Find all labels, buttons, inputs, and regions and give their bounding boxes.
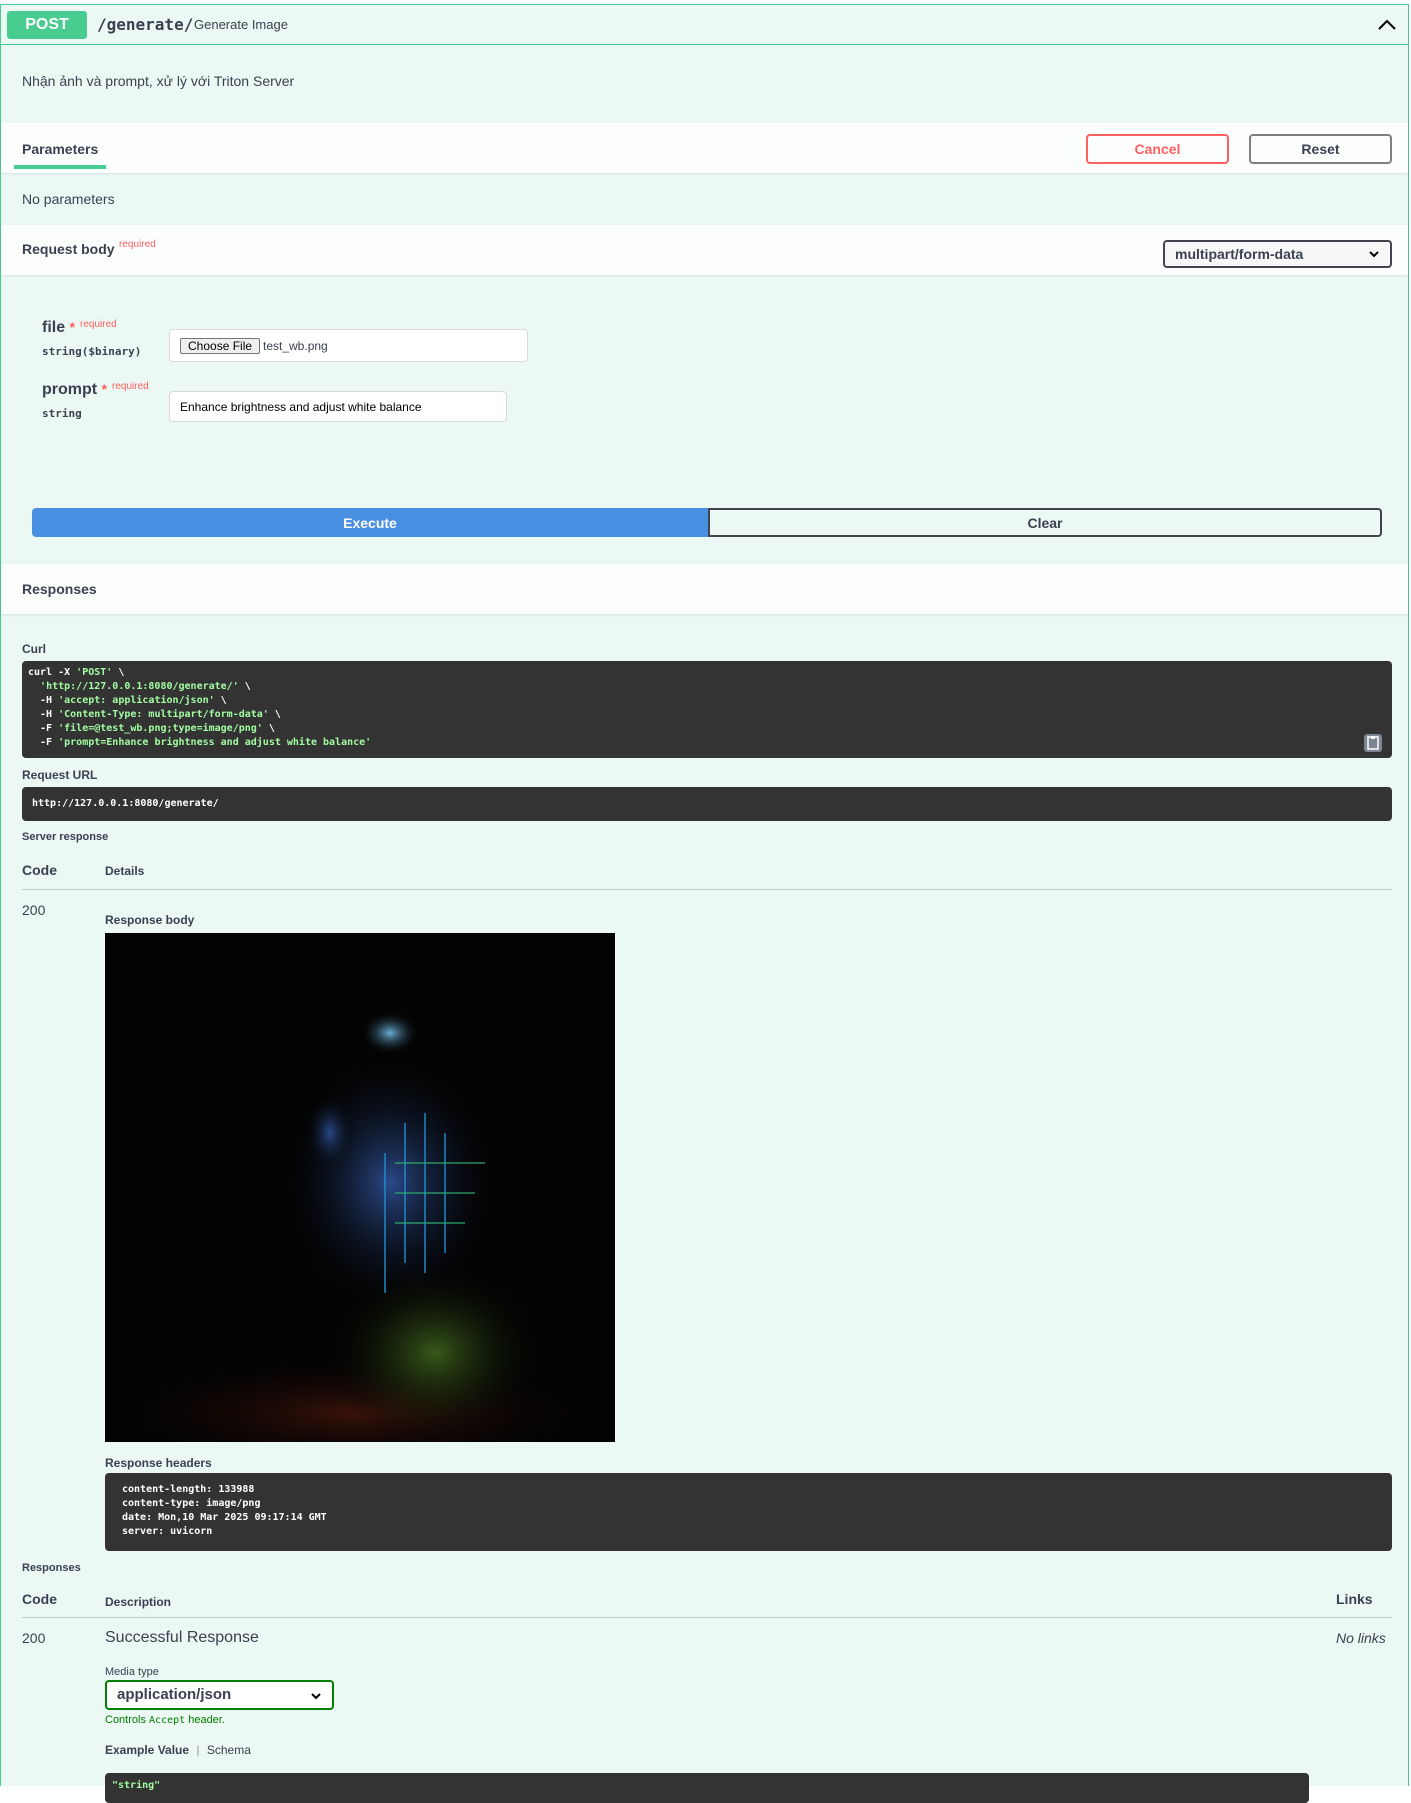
copy-to-clipboard-icon[interactable] [1364, 734, 1382, 752]
responses-header: Responses [1, 564, 1408, 614]
reset-button[interactable]: Reset [1249, 134, 1392, 164]
clear-button[interactable]: Clear [708, 508, 1382, 537]
response-links: No links [1336, 1630, 1386, 1646]
divider [22, 1617, 1392, 1618]
media-type-select[interactable]: application/json [105, 1680, 334, 1710]
server-code-header: Code [22, 862, 57, 878]
server-response-label: Server response [22, 831, 109, 843]
chevron-down-icon [311, 1693, 321, 1700]
param-prompt-name: prompt * [42, 381, 107, 399]
operation-summary[interactable]: POST /generate/ Generate Image [1, 5, 1408, 45]
server-response-code: 200 [22, 902, 46, 918]
media-type-value: application/json [117, 1686, 232, 1703]
param-file-type: string($binary) [42, 345, 142, 358]
curl-line: -F 'prompt=Enhance brightness and adjust… [28, 737, 372, 748]
required-marker: required [119, 239, 156, 250]
curl-line: -H 'accept: application/json' \ [28, 695, 227, 706]
operation-block: POST /generate/ Generate Image Nhận ảnh … [0, 4, 1409, 1803]
response-body-label: Response body [105, 913, 195, 927]
curl-line: -H 'Content-Type: multipart/form-data' \ [28, 709, 281, 720]
request-url-value: http://127.0.0.1:8080/generate/ [32, 798, 219, 809]
prompt-input[interactable] [169, 391, 507, 422]
cancel-button[interactable]: Cancel [1086, 134, 1229, 164]
divider [22, 889, 1392, 890]
responses-code-header: Code [22, 1591, 57, 1607]
tab-parameters[interactable]: Parameters [22, 141, 98, 157]
tab-example-value[interactable]: Example Value [105, 1743, 189, 1757]
server-details-header: Details [105, 864, 145, 878]
method-badge: POST [7, 11, 87, 39]
response-header-line: server: uvicorn [122, 1526, 213, 1537]
operation-description: Nhận ảnh và prompt, xử lý với Triton Ser… [22, 73, 295, 89]
param-prompt-label: prompt [42, 381, 98, 398]
param-file-required: required [80, 319, 117, 330]
response-code: 200 [22, 1630, 46, 1646]
chevron-down-icon [1369, 251, 1379, 258]
response-header-line: content-type: image/png [122, 1498, 261, 1509]
param-prompt-required: required [112, 381, 149, 392]
curl-line: curl -X 'POST' \ [28, 667, 125, 678]
param-prompt-type: string [42, 407, 82, 420]
endpoint-path: /generate/ [97, 15, 194, 34]
choose-file-button[interactable]: Choose File [180, 338, 261, 354]
responses-links-header: Links [1336, 1591, 1373, 1607]
content-type-select[interactable]: multipart/form-data [1163, 240, 1392, 268]
curl-line: 'http://127.0.0.1:8080/generate/' \ [40, 681, 251, 692]
example-tabs: Example Value | Schema [105, 1743, 251, 1757]
chevron-up-icon[interactable] [1376, 15, 1398, 35]
response-header-line: content-length: 133988 [122, 1484, 255, 1495]
curl-code-block[interactable]: curl -X 'POST' \ 'http://127.0.0.1:8080/… [22, 661, 1392, 758]
response-header-line: date: Mon,10 Mar 2025 09:17:14 GMT [122, 1512, 327, 1523]
example-value-block[interactable]: "string" [105, 1773, 1309, 1803]
response-image [105, 933, 615, 1442]
responses-title: Responses [22, 581, 97, 597]
curl-line: -F 'file=@test_wb.png;type=image/png' \ [28, 723, 275, 734]
file-input[interactable]: Choose File test_wb.png [169, 329, 528, 362]
param-file-name: file * [42, 319, 75, 337]
param-file-label: file [42, 319, 66, 336]
operation-summary-text: Generate Image [194, 17, 288, 32]
response-headers-label: Response headers [105, 1456, 212, 1470]
curl-label: Curl [22, 642, 46, 656]
response-description: Successful Response [105, 1629, 259, 1646]
content-type-value: multipart/form-data [1175, 246, 1304, 262]
responses-description-header: Description [105, 1595, 172, 1609]
execute-button[interactable]: Execute [32, 508, 708, 537]
tab-schema[interactable]: Schema [207, 1743, 251, 1757]
response-headers-block[interactable]: content-length: 133988 content-type: ima… [105, 1473, 1392, 1551]
no-parameters-text: No parameters [22, 191, 115, 207]
request-url-block[interactable]: http://127.0.0.1:8080/generate/ [22, 787, 1392, 821]
selected-file-name: test_wb.png [263, 339, 328, 353]
controls-accept-note: Controls Accept header. [105, 1714, 225, 1726]
request-url-label: Request URL [22, 768, 98, 782]
media-type-label: Media type [105, 1666, 159, 1678]
request-body-label: Request body [22, 241, 115, 257]
required-star: * [69, 319, 76, 335]
tab-active-indicator [14, 165, 106, 169]
responses-table-label: Responses [22, 1562, 81, 1574]
required-star: * [101, 381, 108, 397]
